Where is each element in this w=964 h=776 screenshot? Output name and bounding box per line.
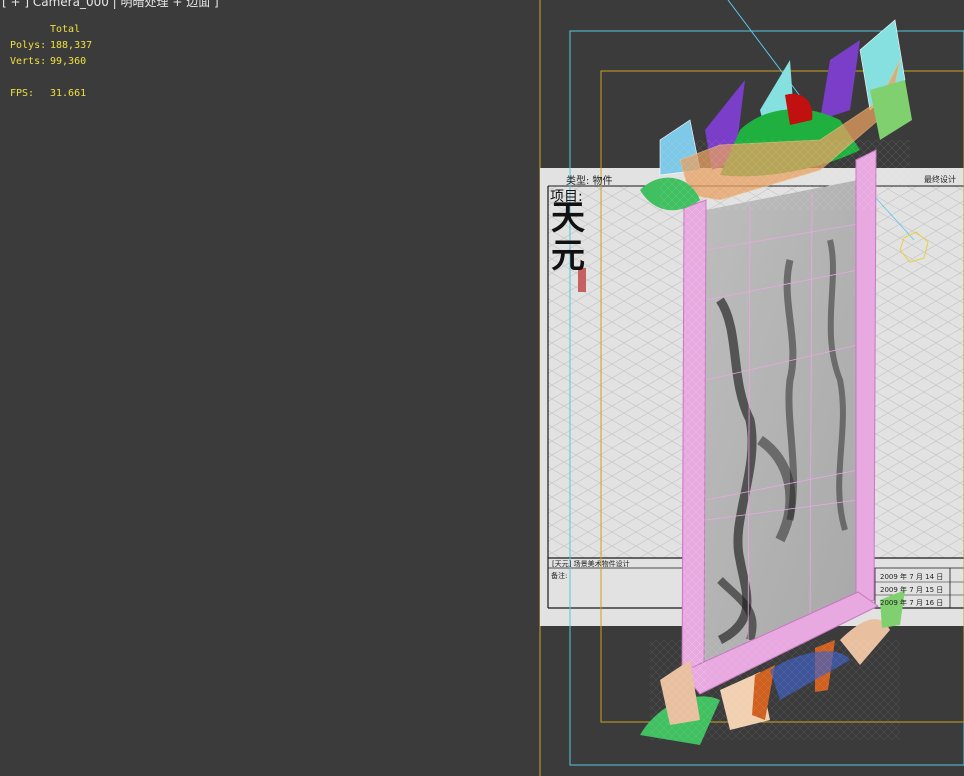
sheet-date-2: 2009 年 7 月 15 日 [880, 586, 944, 594]
sheet-footer-note: 备注: [551, 572, 568, 580]
scroll-painting [704, 180, 859, 670]
stats-polys: Polys: 188,337 [10, 38, 92, 54]
viewport-label[interactable]: [ + ] Camera_000 | 明暗处理 + 边面 ] [2, 0, 219, 10]
stats-header: Total [50, 24, 81, 35]
fps-value: 31.661 [50, 88, 87, 99]
camera-viewport[interactable]: [ + ] Camera_000 | 明暗处理 + 边面 ] Total Pol… [0, 0, 964, 776]
polys-label: Polys: [10, 40, 47, 51]
sheet-date-1: 2009 年 7 月 14 日 [880, 573, 944, 581]
calligraphy-bottom: 元 [551, 236, 585, 276]
fps-label: FPS: [10, 88, 35, 99]
sheet-date-3: 2009 年 7 月 16 日 [880, 599, 944, 607]
stats-verts: Verts: 99,360 [10, 54, 92, 70]
sheet-type-label: 类型: 物件 [566, 176, 613, 187]
sheet-top-right-note: 最终设计 [924, 175, 956, 184]
sheet-footer-title: [天元] 场景美术物件设计 [552, 560, 630, 568]
stats-fps: FPS: 31.661 [10, 86, 92, 102]
top-ornament [640, 19, 912, 211]
verts-label: Verts: [10, 56, 47, 67]
verts-value: 99,360 [50, 56, 87, 67]
calligraphy-top: 天 [551, 198, 585, 238]
scene-render[interactable] [0, 0, 964, 776]
polys-value: 188,337 [50, 40, 93, 51]
statistics-overlay: Total Polys: 188,337 Verts: 99,360 FPS: … [10, 22, 92, 102]
